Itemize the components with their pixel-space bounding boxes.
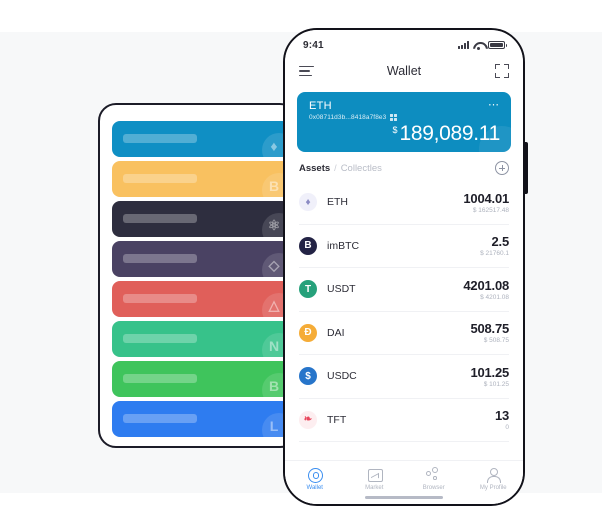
asset-row[interactable]: T USDT 4201.08 $ 4201.08 <box>299 268 509 312</box>
tab-assets[interactable]: Assets <box>299 163 330 174</box>
wifi-icon <box>473 41 484 50</box>
assets-header: Assets / Collectles <box>285 152 523 181</box>
asset-symbol: imBTC <box>327 239 360 252</box>
asset-amount: 4201.08 <box>463 277 509 293</box>
tab-browser[interactable]: Browser <box>404 467 464 491</box>
asset-fiat-value: $ 508.75 <box>483 337 509 345</box>
asset-values: 1004.01 $ 162517.48 <box>463 191 509 214</box>
scan-qr-icon[interactable] <box>495 64 509 78</box>
asset-amount: 101.25 <box>470 364 509 380</box>
wallet-card-placeholder-bar <box>123 134 197 143</box>
asset-fiat-value: $ 4201.08 <box>480 293 509 301</box>
asset-row[interactable]: $ USDC 101.25 $ 101.25 <box>299 355 509 399</box>
asset-token-icon: ♦ <box>299 193 317 212</box>
wallet-card-placeholder-bar <box>123 214 197 223</box>
asset-row[interactable]: ❧ TFT 13 0 <box>299 399 509 442</box>
wallet-card[interactable]: B <box>112 161 290 197</box>
asset-values: 508.75 $ 508.75 <box>470 321 509 344</box>
asset-fiat-value: $ 21760.1 <box>480 250 509 258</box>
asset-amount: 1004.01 <box>463 190 509 206</box>
asset-values: 2.5 $ 21760.1 <box>480 234 509 257</box>
wallet-address: 0x08711d3b...8418a7f8e3 <box>309 114 387 121</box>
browser-icon <box>426 467 441 482</box>
asset-values: 4201.08 $ 4201.08 <box>463 278 509 301</box>
wallet-card-placeholder-bar <box>123 374 197 383</box>
wallet-card-stack-panel: ♦ B ⚛ ◇ △ N B L <box>98 103 298 448</box>
wallet-card[interactable]: ⚛ <box>112 201 290 237</box>
balance-card[interactable]: ETH 0x08711d3b...8418a7f8e3 ⋯ $ 189,089.… <box>297 92 511 152</box>
wallet-card-placeholder-bar <box>123 174 197 183</box>
wallet-card[interactable]: ♦ <box>112 121 290 157</box>
asset-token-icon: Đ <box>299 323 317 342</box>
asset-fiat-value: 0 <box>505 424 509 432</box>
wallet-card[interactable]: L <box>112 401 290 437</box>
phone-device: 9:41 Wallet ETH 0x08711d3b...8418a7f8e3 <box>283 28 525 506</box>
market-icon <box>367 467 383 482</box>
more-options-icon[interactable]: ⋯ <box>488 100 500 111</box>
wallet-address-row[interactable]: 0x08711d3b...8418a7f8e3 <box>309 114 499 121</box>
asset-token-icon: T <box>299 280 317 299</box>
asset-symbol: DAI <box>327 326 345 339</box>
wallet-icon <box>307 467 324 483</box>
battery-icon <box>488 41 507 49</box>
asset-fiat-value: $ 162517.48 <box>472 206 509 214</box>
wallet-card[interactable]: B <box>112 361 290 397</box>
home-indicator <box>365 495 443 499</box>
wallet-card-placeholder-bar <box>123 334 197 343</box>
wallet-card-placeholder-bar <box>123 254 197 263</box>
wallet-card-list: ♦ B ⚛ ◇ △ N B L <box>112 121 296 441</box>
asset-row[interactable]: Đ DAI 508.75 $ 508.75 <box>299 312 509 355</box>
wallet-card-placeholder-bar <box>123 414 197 423</box>
phone-screen: 9:41 Wallet ETH 0x08711d3b...8418a7f8e3 <box>285 30 523 504</box>
tab-wallet[interactable]: Wallet <box>285 467 345 491</box>
nav-header: Wallet <box>285 56 523 86</box>
tab-label: Browser <box>422 485 445 491</box>
page-title: Wallet <box>386 64 422 78</box>
balance-value: 189,089.11 <box>399 122 500 145</box>
wallet-card-placeholder-bar <box>123 294 197 303</box>
qr-code-icon[interactable] <box>390 114 398 121</box>
asset-row[interactable]: BimBTC 2.5 $ 21760.1 <box>299 225 509 268</box>
tab-label: Wallet <box>306 485 323 491</box>
asset-list: ♦ ETH 1004.01 $ 162517.48 BimBTC 2.5 $ 21760.1… <box>285 181 523 442</box>
wallet-card[interactable]: N <box>112 321 290 357</box>
tab-label: Market <box>365 485 384 491</box>
asset-values: 101.25 $ 101.25 <box>470 365 509 388</box>
wallet-card[interactable]: △ <box>112 281 290 317</box>
status-indicators <box>458 41 507 50</box>
asset-row[interactable]: ♦ ETH 1004.01 $ 162517.48 <box>299 181 509 225</box>
screenshot-stage: ♦ B ⚛ ◇ △ N B L 9:41 Wallet ETH 0x08711d… <box>0 0 602 532</box>
asset-symbol: USDT <box>327 283 356 296</box>
tab-label: My Profile <box>479 485 507 491</box>
asset-symbol: ETH <box>327 196 348 209</box>
asset-symbol: TFT <box>327 413 347 426</box>
status-time: 9:41 <box>303 39 324 51</box>
wallet-card[interactable]: ◇ <box>112 241 290 277</box>
asset-symbol: USDC <box>327 370 357 383</box>
asset-values: 13 0 <box>495 408 509 431</box>
asset-amount: 13 <box>494 408 509 424</box>
asset-fiat-value: $ 101.25 <box>483 380 509 388</box>
cellular-signal-icon <box>458 41 469 49</box>
tab-collectibles[interactable]: Collectles <box>341 163 382 174</box>
currency-symbol: $ <box>392 125 398 135</box>
balance-amount-group: $ 189,089.11 <box>392 122 500 146</box>
plus-circle-icon[interactable] <box>495 161 509 175</box>
asset-token-icon: B <box>299 236 317 255</box>
asset-amount: 2.5 <box>491 234 510 250</box>
asset-token-icon: ❧ <box>299 410 317 429</box>
tab-separator: / <box>334 163 337 173</box>
asset-amount: 508.75 <box>470 321 509 337</box>
profile-icon <box>486 467 502 483</box>
tab-my-profile[interactable]: My Profile <box>464 467 524 491</box>
status-bar: 9:41 <box>285 30 523 56</box>
asset-token-icon: $ <box>299 367 317 386</box>
wallet-name: ETH <box>309 100 332 112</box>
tab-market[interactable]: Market <box>345 467 405 491</box>
